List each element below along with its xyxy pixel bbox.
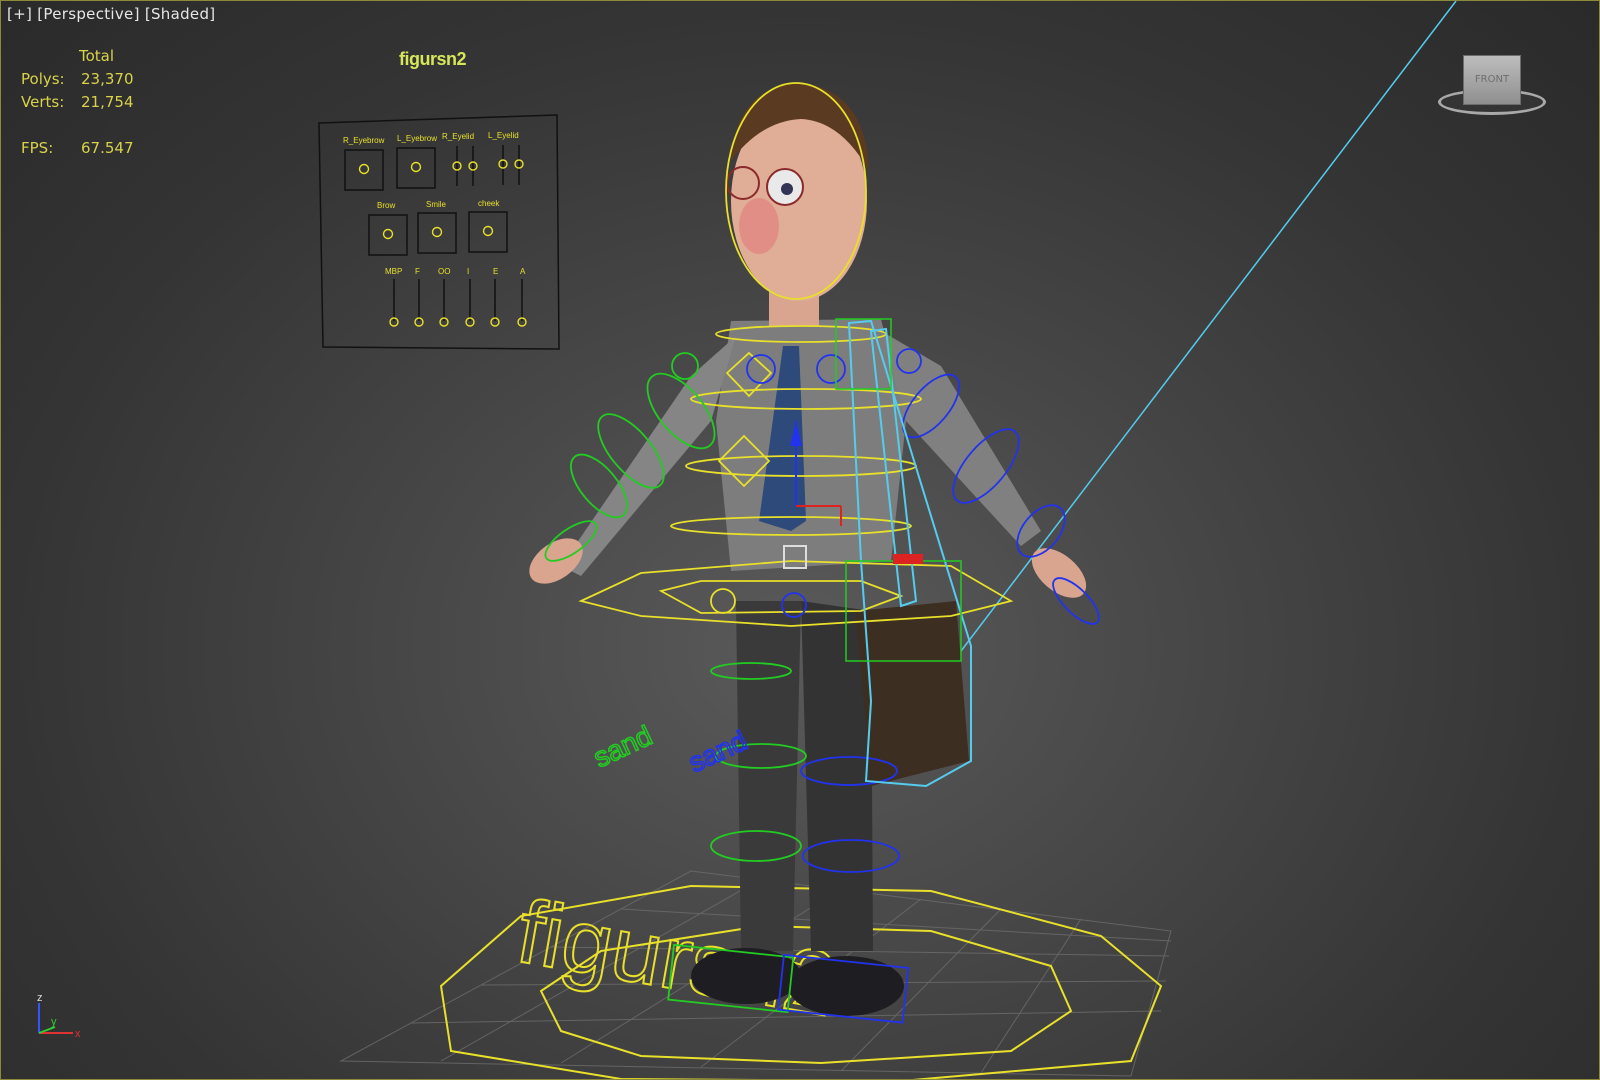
control-label: cheek (478, 199, 500, 208)
perspective-viewport[interactable]: [+] [Perspective] [Shaded] Total Polys: … (0, 0, 1600, 1080)
control-label: MBP (385, 267, 402, 276)
control-board-handles[interactable] (358, 159, 527, 327)
control-label: F (415, 267, 420, 276)
axis-z-label: z (37, 992, 43, 1004)
axis-y-label: y (51, 1016, 57, 1028)
character-mesh[interactable] (521, 83, 1095, 1016)
axis-x-label: x (75, 1028, 81, 1040)
control-board-boxes (344, 145, 523, 321)
control-label: L_Eyelid (488, 131, 519, 140)
control-label: A (520, 267, 526, 276)
control-label: R_Eyelid (442, 132, 474, 141)
control-label: R_Eyebrow (343, 136, 385, 145)
control-label: Brow (377, 201, 395, 210)
viewcube[interactable]: FRONT (1463, 55, 1521, 105)
scene-canvas[interactable]: figursn2 R_Eyebrow L_Eyebrow R_Eyelid L_… (1, 1, 1600, 1080)
control-label: L_Eyebrow (397, 134, 437, 143)
control-label: I (467, 267, 469, 276)
left-foot-label: sand (589, 720, 657, 774)
control-label: E (493, 267, 498, 276)
control-label: OO (438, 267, 450, 276)
axis-tripod: z y x (37, 992, 81, 1040)
control-label: Smile (426, 200, 447, 209)
